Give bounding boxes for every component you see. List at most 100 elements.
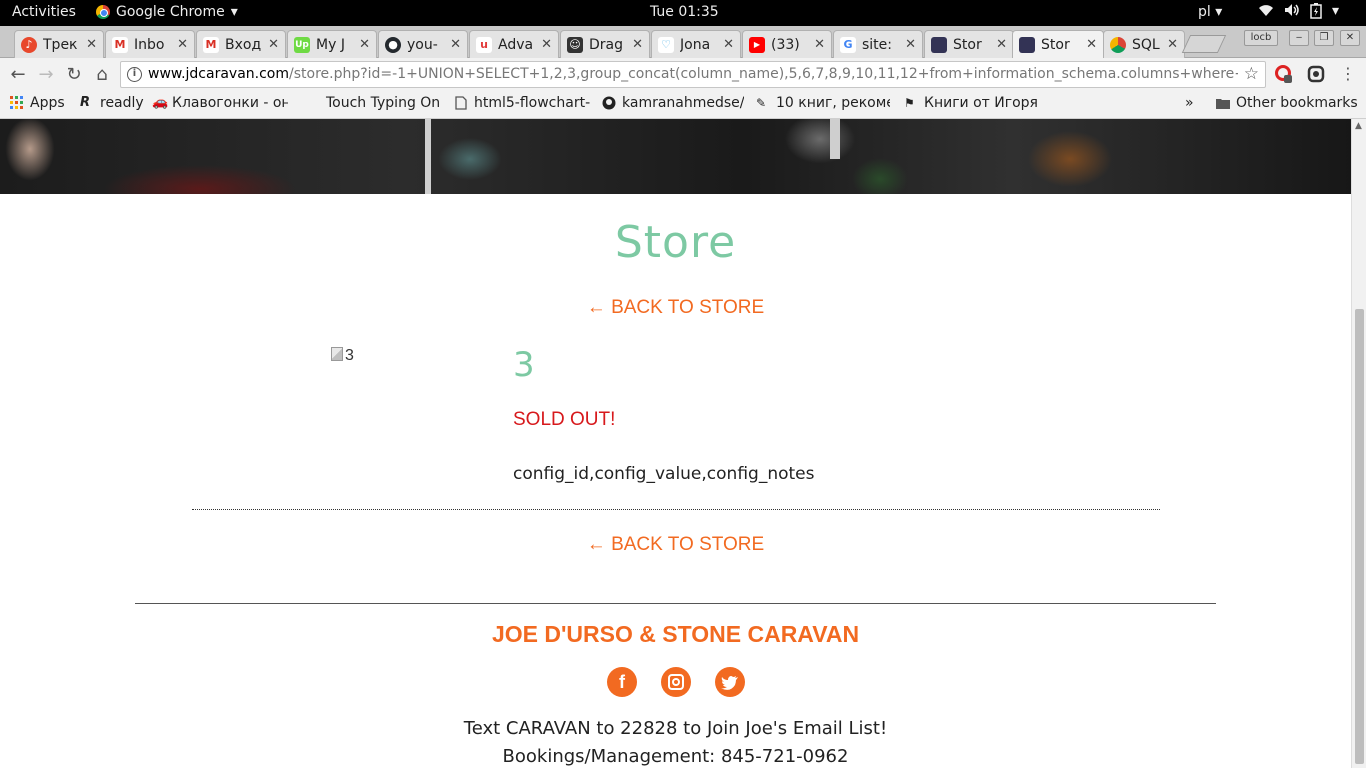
bookmark-label: Клавогонки - он: [172, 95, 288, 111]
close-window-button[interactable]: ✕: [1340, 30, 1360, 46]
forward-arrow-icon[interactable]: →: [35, 64, 57, 85]
home-icon[interactable]: ⌂: [91, 64, 113, 85]
bookmark-apps[interactable]: Apps: [10, 95, 65, 111]
system-top-bar: Activities Google Chrome ▾ Tue 01:35 pl …: [0, 0, 1366, 26]
clock[interactable]: Tue 01:35: [650, 4, 719, 20]
wifi-icon: [1258, 3, 1274, 23]
close-icon[interactable]: ✕: [268, 37, 279, 52]
page-title: Store: [614, 217, 737, 268]
header-banner-image: [0, 119, 1351, 194]
close-icon[interactable]: ✕: [359, 37, 370, 52]
activities-button[interactable]: Activities: [12, 4, 76, 20]
browser-tab[interactable]: ▶ (33) ✕: [742, 30, 832, 58]
info-icon[interactable]: i: [127, 67, 142, 82]
bookmark-kamranahmedse[interactable]: kamranahmedse/c: [602, 95, 744, 111]
minimize-button[interactable]: ‒: [1289, 30, 1309, 46]
keyboard-layout-label: pl: [1198, 4, 1211, 20]
tab-title: Stor: [1041, 36, 1070, 53]
scroll-up-arrow-icon[interactable]: ▲: [1355, 121, 1362, 131]
keyboard-layout-menu[interactable]: pl ▾: [1198, 4, 1222, 20]
tab-title: Inbo: [134, 36, 165, 53]
new-tab-button[interactable]: [1181, 35, 1227, 53]
product-name: 3: [513, 345, 535, 385]
browser-tab[interactable]: ♡ Jona ✕: [651, 30, 741, 58]
store-icon: [931, 36, 947, 53]
maximize-button[interactable]: ❐: [1314, 30, 1334, 46]
browser-tab[interactable]: Stor ✕: [924, 30, 1014, 58]
gmail-icon: M: [112, 36, 128, 53]
drag-icon: ☺: [567, 36, 583, 53]
browser-tab[interactable]: Up My J ✕: [287, 30, 377, 58]
close-icon[interactable]: ✕: [450, 37, 461, 52]
browser-tab[interactable]: ♪ Трек ✕: [14, 30, 104, 58]
tab-title: Drag: [589, 36, 624, 53]
close-icon[interactable]: ✕: [177, 37, 188, 52]
browser-toolbar: ← → ↻ ⌂ i www.jdcaravan.com/store.php?id…: [0, 58, 1366, 91]
facebook-icon[interactable]: f: [607, 667, 637, 697]
url-host: www.jdcaravan.com: [148, 66, 289, 82]
footer-band-name[interactable]: JOE D'URSO & STONE CARAVAN: [0, 621, 1351, 648]
upwork-icon: Up: [294, 36, 310, 53]
vertical-scrollbar[interactable]: ▲: [1351, 119, 1366, 768]
close-icon[interactable]: ✕: [1086, 37, 1097, 52]
bookmark-touch-typing[interactable]: Touch Typing Onl: [306, 95, 440, 111]
close-icon[interactable]: ✕: [814, 37, 825, 52]
bookmark-10-books[interactable]: ✎ 10 книг, рекоме: [756, 95, 890, 111]
banner-detail: [830, 119, 840, 159]
close-icon[interactable]: ✕: [1167, 37, 1178, 52]
tab-title: Stor: [953, 36, 982, 53]
bookmark-html5-flowchart[interactable]: html5-flowchart-: [454, 95, 590, 111]
system-tray[interactable]: ▾: [1258, 3, 1339, 23]
url-text[interactable]: www.jdcaravan.com/store.php?id=-1+UNION+…: [148, 62, 1238, 87]
tab-title: Jona: [680, 36, 711, 53]
browser-tab-active[interactable]: Stor ✕: [1012, 30, 1104, 58]
browser-tab[interactable]: SQL ✕: [1103, 30, 1185, 58]
social-links: f: [607, 667, 745, 697]
extension-icon[interactable]: [1307, 65, 1325, 83]
back-to-store-link[interactable]: ← BACK TO STORE: [0, 297, 1351, 319]
browser-tab[interactable]: ☺ Drag ✕: [560, 30, 650, 58]
close-icon[interactable]: ✕: [86, 37, 97, 52]
reload-icon[interactable]: ↻: [63, 64, 85, 85]
image-alt-text: 3: [345, 347, 354, 364]
browser-tab[interactable]: M Inbo ✕: [105, 30, 195, 58]
chevron-down-icon: ▾: [230, 4, 238, 20]
instagram-icon[interactable]: [661, 667, 691, 697]
book-icon: ✎: [756, 96, 767, 110]
close-icon[interactable]: ✕: [996, 37, 1007, 52]
app-menu[interactable]: Google Chrome ▾: [96, 4, 238, 20]
apps-grid-icon: [10, 96, 23, 109]
page-viewport: Store ← BACK TO STORE 3 3 SOLD OUT! conf…: [0, 119, 1351, 768]
back-to-store-link-bottom[interactable]: ← BACK TO STORE: [0, 534, 1351, 556]
close-icon[interactable]: ✕: [905, 37, 916, 52]
close-icon[interactable]: ✕: [541, 37, 552, 52]
profile-label[interactable]: locb: [1244, 30, 1278, 46]
bookmark-igor-books[interactable]: ⚑ Книги от Игоря: [904, 95, 1038, 111]
browser-tab[interactable]: G site: ✕: [833, 30, 923, 58]
tab-title: you-: [407, 36, 438, 53]
browser-tab[interactable]: u Adva ✕: [469, 30, 559, 58]
banner-detail: [425, 119, 431, 194]
browser-tab[interactable]: ● you- ✕: [378, 30, 468, 58]
tab-title: Вход: [225, 36, 262, 53]
close-icon[interactable]: ✕: [723, 37, 734, 52]
bookmark-label: readly: [100, 95, 144, 111]
opera-extension-icon[interactable]: [1275, 65, 1293, 83]
bookmark-star-icon[interactable]: ☆: [1244, 62, 1259, 87]
other-bookmarks[interactable]: Other bookmarks: [1216, 95, 1358, 111]
footer-divider: [135, 603, 1216, 604]
browser-tab[interactable]: M Вход ✕: [196, 30, 286, 58]
bookmark-label: Apps: [30, 95, 65, 111]
address-bar[interactable]: i www.jdcaravan.com/store.php?id=-1+UNIO…: [120, 61, 1266, 88]
bookmarks-overflow-button[interactable]: »: [1185, 95, 1194, 111]
bookmark-label: kamranahmedse/c: [622, 95, 744, 111]
bookmark-klavogonki[interactable]: 🚗 Клавогонки - он: [152, 95, 288, 111]
scrollbar-thumb[interactable]: [1355, 309, 1364, 764]
twitter-icon[interactable]: [715, 667, 745, 697]
menu-kebab-icon[interactable]: ⋮: [1337, 64, 1359, 83]
flag-icon: ⚑: [904, 96, 915, 110]
bookmark-readly[interactable]: R readly: [80, 95, 144, 111]
back-arrow-icon[interactable]: ←: [7, 64, 29, 85]
close-icon[interactable]: ✕: [632, 37, 643, 52]
chrome-icon: [96, 5, 110, 19]
